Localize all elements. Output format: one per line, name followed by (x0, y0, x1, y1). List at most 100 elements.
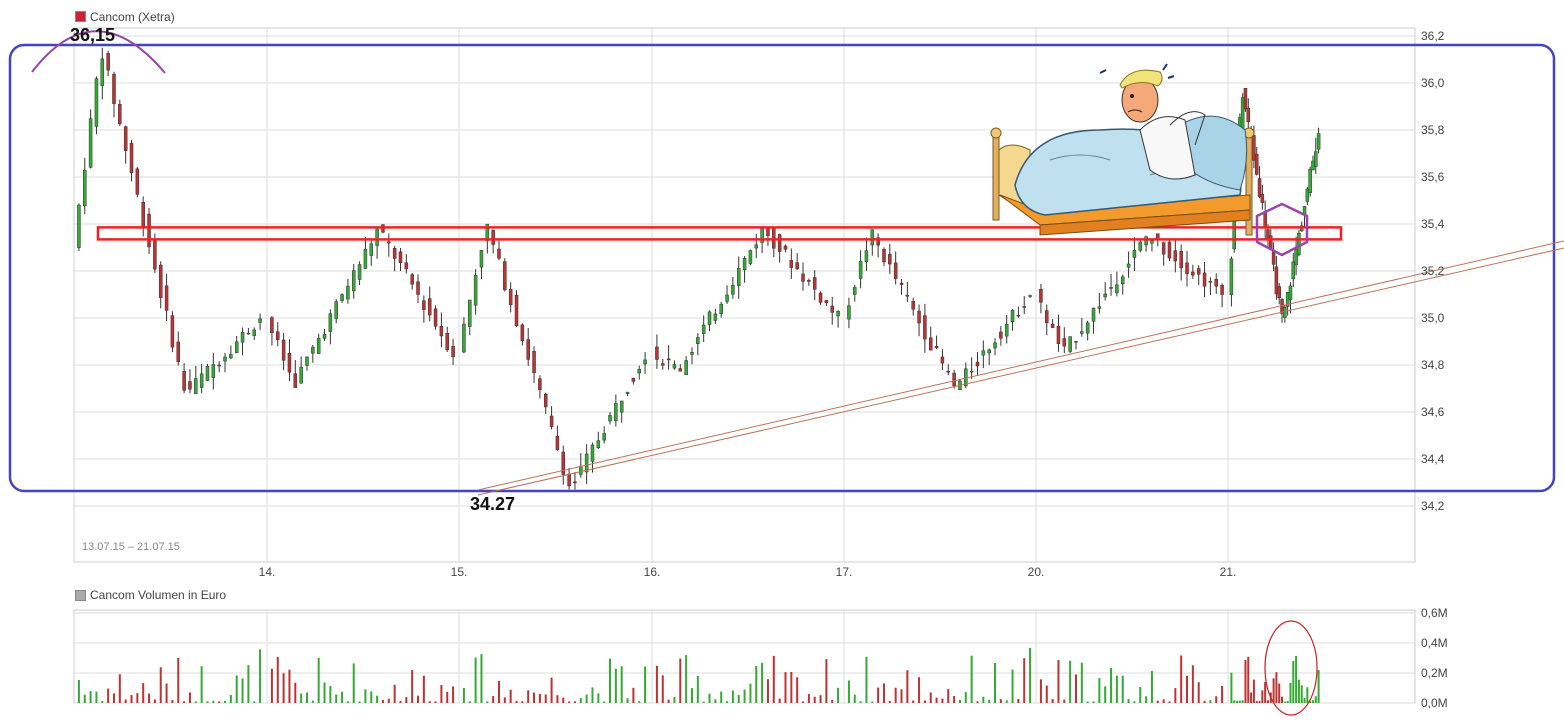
volume-bar (159, 667, 162, 703)
candle-body (445, 332, 449, 351)
volume-bar (364, 689, 367, 703)
volume-bar (847, 680, 850, 703)
candle-body (614, 403, 618, 422)
candle-body (707, 311, 712, 325)
volume-bar (923, 700, 926, 703)
volume-bar (446, 691, 449, 703)
candle-body (1314, 151, 1318, 167)
volume-bar (1029, 647, 1032, 703)
candle-body (590, 444, 595, 462)
candle-body (795, 262, 799, 269)
x-tick-label: 20. (1028, 565, 1045, 579)
volume-bar (422, 675, 425, 703)
candle-body (147, 213, 151, 248)
volume-bar (188, 692, 191, 703)
candle-body (410, 274, 414, 285)
volume-bar (1244, 659, 1247, 703)
candle-body (1291, 261, 1296, 280)
volume-bar (1074, 674, 1077, 703)
candle-body (293, 373, 298, 388)
volume-bar (428, 701, 431, 703)
volume-bar (1115, 675, 1118, 703)
candle-body (1004, 323, 1009, 337)
candle-body (100, 58, 105, 86)
candle-body (88, 118, 93, 168)
candle-body (783, 245, 788, 250)
volume-bar (1306, 687, 1309, 703)
candle-body (491, 230, 495, 245)
volume-bar (982, 696, 985, 703)
volume-bar (1289, 682, 1292, 703)
candle-body (497, 248, 501, 259)
volume-bar (1104, 686, 1107, 703)
candle-body (1297, 233, 1301, 256)
volume-bar (376, 695, 379, 703)
candle-body (952, 372, 956, 386)
candle-body (864, 250, 869, 263)
volume-bar (521, 701, 524, 703)
candle-body (1022, 306, 1026, 308)
candle-body (375, 228, 379, 246)
volume-bar (667, 699, 670, 703)
candle-body (1085, 322, 1090, 334)
candle-body (549, 415, 554, 427)
candle-body (462, 323, 466, 353)
volume-bar (603, 701, 606, 703)
candle-body (946, 370, 951, 373)
volume-bar (440, 685, 443, 703)
volume-bar (679, 658, 682, 703)
candle-body (830, 305, 834, 313)
candle-body (964, 368, 968, 387)
volume-bar (1110, 667, 1113, 703)
candle-body (479, 249, 484, 268)
candle-body (1010, 310, 1015, 323)
candle-body (1257, 178, 1262, 197)
candle-body (801, 273, 805, 282)
volume-bar (947, 688, 950, 703)
candle-body (182, 371, 186, 391)
candle-body (422, 300, 426, 310)
volume-bar (1191, 665, 1194, 703)
candle-body (1080, 331, 1084, 334)
candle-body (1062, 338, 1067, 347)
volume-bar (1080, 662, 1083, 703)
volume-bar (550, 677, 553, 703)
candle-body (369, 243, 374, 256)
candle-body (777, 234, 782, 252)
candle-body (934, 345, 939, 348)
candle-body (526, 339, 530, 360)
price-legend-label: Cancom (Xetra) (90, 10, 175, 24)
candle-body (223, 356, 227, 362)
candle-body (106, 53, 110, 71)
volume-bar (95, 691, 98, 703)
candle-body (987, 349, 991, 354)
candle-body (1150, 240, 1154, 244)
candle-body (1305, 188, 1310, 202)
volume-bar (632, 687, 635, 703)
volume-bar (474, 657, 477, 703)
volume-bar (1314, 696, 1317, 703)
candle-body (1109, 287, 1113, 289)
volume-bar (865, 656, 868, 703)
candle-body (684, 360, 688, 376)
candle-body (416, 281, 420, 295)
volume-bar (183, 701, 186, 703)
volume-bar (370, 691, 373, 703)
candle-body (643, 359, 647, 365)
volume-legend-label: Cancom Volumen in Euro (90, 588, 227, 602)
volume-bar (1150, 670, 1153, 703)
candle-body (661, 363, 665, 366)
candle-body (975, 361, 980, 367)
volume-bar (515, 700, 518, 703)
volume-bar (749, 683, 752, 703)
candle-body (398, 251, 403, 263)
candle-body (1311, 160, 1315, 171)
volume-bar (685, 655, 688, 703)
candle-body (870, 229, 875, 246)
y-tick-label: 35,2 (1421, 264, 1445, 278)
volume-bar (1264, 681, 1267, 703)
volume-bar (614, 668, 617, 703)
candle-body (905, 294, 910, 297)
volume-bar (235, 675, 238, 703)
volume-bar (142, 683, 145, 703)
